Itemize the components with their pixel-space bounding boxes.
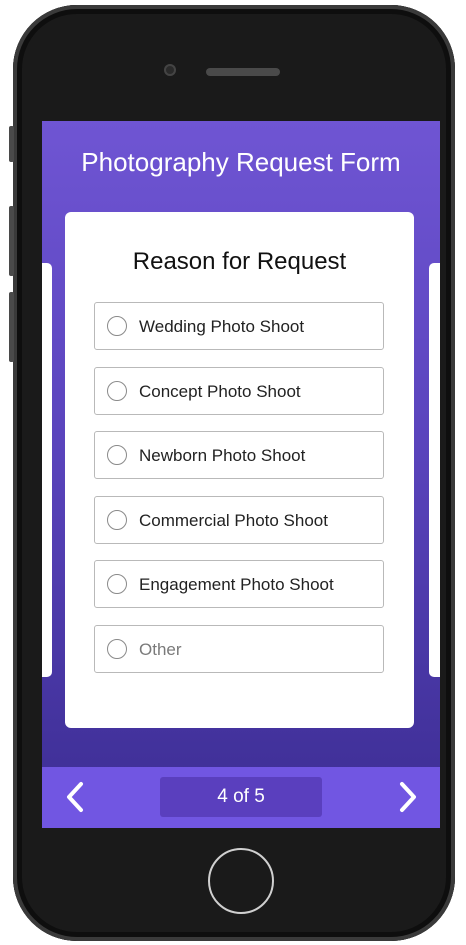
option-newborn-photo-shoot[interactable]: Newborn Photo Shoot xyxy=(94,431,384,479)
radio-button[interactable] xyxy=(107,574,127,594)
next-page-button[interactable] xyxy=(389,779,425,815)
option-commercial-photo-shoot[interactable]: Commercial Photo Shoot xyxy=(94,496,384,544)
option-wedding-photo-shoot[interactable]: Wedding Photo Shoot xyxy=(94,302,384,350)
page-separator: of xyxy=(233,786,249,807)
page-title: Photography Request Form xyxy=(81,147,401,177)
option-label: Wedding Photo Shoot xyxy=(139,317,305,336)
radio-button[interactable] xyxy=(107,510,127,530)
home-button[interactable] xyxy=(208,848,274,914)
option-other[interactable]: Other xyxy=(94,625,384,673)
option-label: Commercial Photo Shoot xyxy=(139,511,328,530)
radio-button[interactable] xyxy=(107,639,127,659)
chevron-left-icon xyxy=(67,782,83,812)
mute-switch xyxy=(9,126,14,162)
option-label: Engagement Photo Shoot xyxy=(139,575,334,594)
option-label: Other xyxy=(139,640,182,659)
total-pages: 5 xyxy=(254,786,265,807)
radio-button[interactable] xyxy=(107,316,127,336)
page-indicator: 4 of 5 xyxy=(160,777,322,817)
current-page: 4 xyxy=(217,786,228,807)
previous-page-button[interactable] xyxy=(58,779,94,815)
radio-button[interactable] xyxy=(107,445,127,465)
next-card-edge xyxy=(429,263,440,677)
radio-button[interactable] xyxy=(107,381,127,401)
option-label: Newborn Photo Shoot xyxy=(139,446,306,465)
volume-up-button xyxy=(9,206,14,276)
question-title: Reason for Request xyxy=(132,248,347,275)
volume-down-button xyxy=(9,292,14,362)
app-screen: Photography Request Form Reason for Requ… xyxy=(42,121,440,828)
chevron-right-icon xyxy=(400,782,416,812)
front-camera xyxy=(164,64,176,76)
previous-card-edge xyxy=(42,263,52,677)
option-engagement-photo-shoot[interactable]: Engagement Photo Shoot xyxy=(94,560,384,608)
earpiece-speaker xyxy=(206,68,280,76)
pagination-bar: 4 of 5 xyxy=(42,767,440,828)
question-card: Reason for Request Wedding Photo Shoot C… xyxy=(65,212,414,728)
option-label: Concept Photo Shoot xyxy=(139,382,301,401)
option-concept-photo-shoot[interactable]: Concept Photo Shoot xyxy=(94,367,384,415)
